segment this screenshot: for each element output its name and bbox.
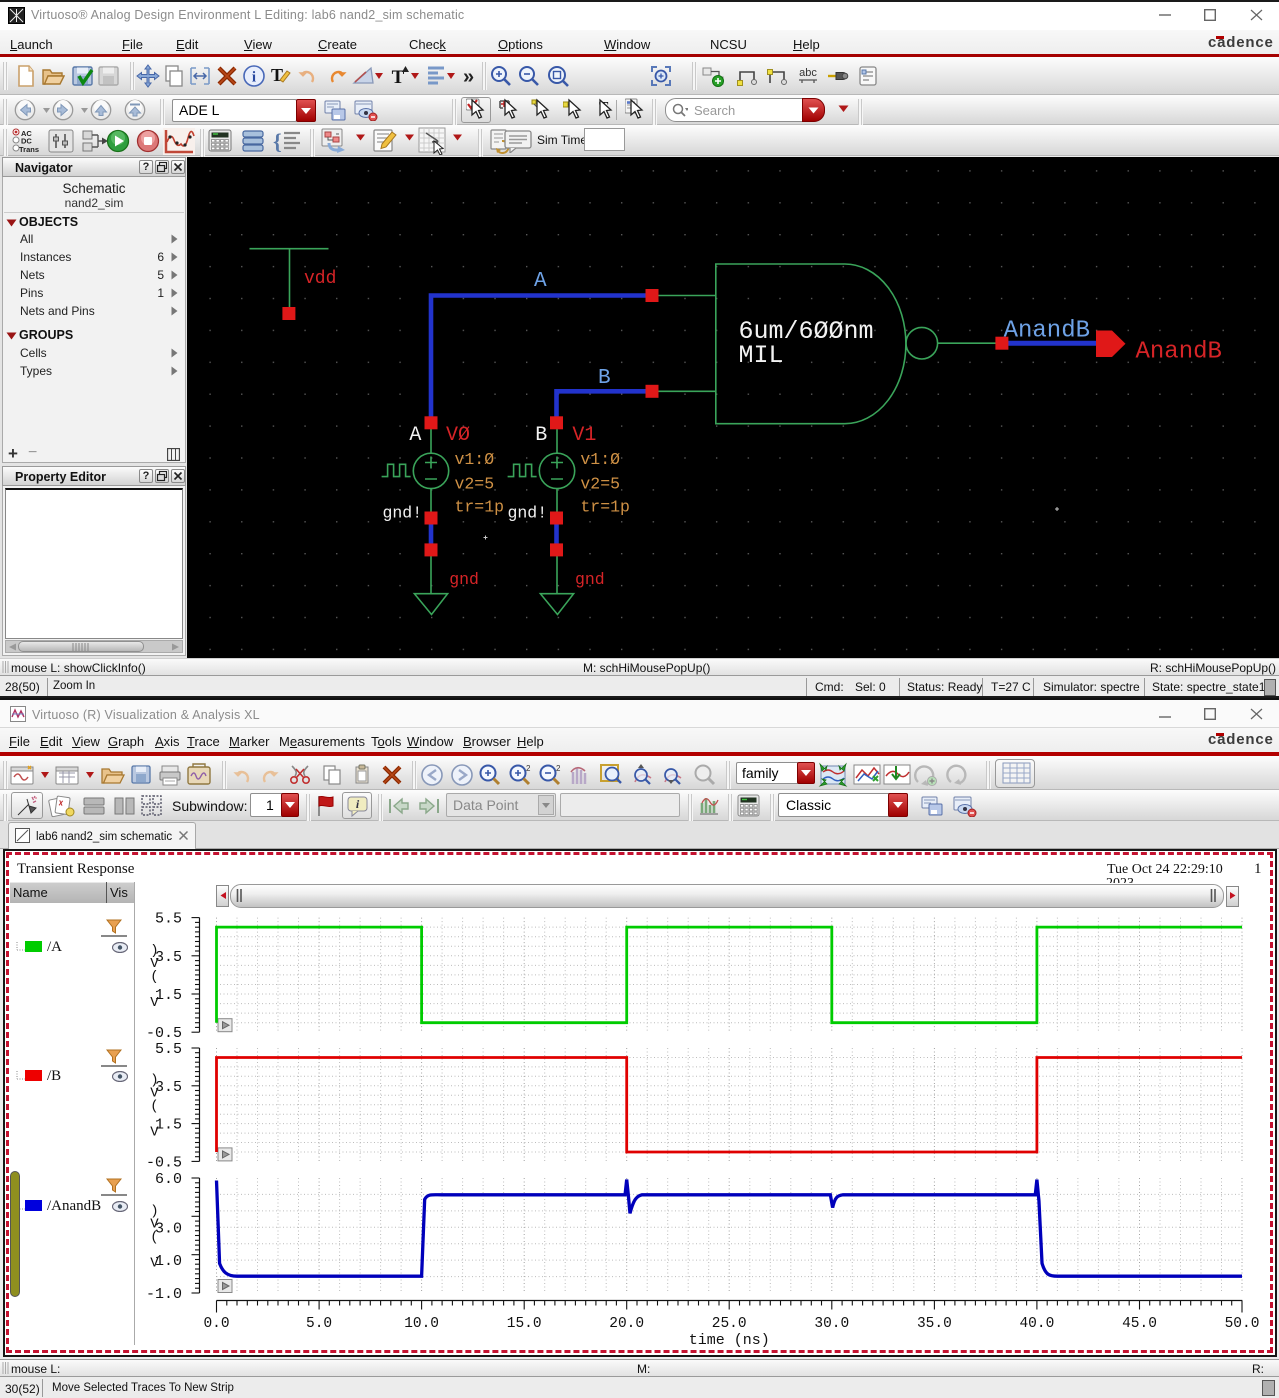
svg-text:20.0: 20.0 (609, 1316, 644, 1332)
svg-text:15.0: 15.0 (507, 1316, 542, 1332)
svg-text:40.0: 40.0 (1019, 1316, 1054, 1332)
svg-text:2: 2 (556, 764, 561, 773)
svg-text:Trans: Trans (19, 145, 39, 153)
svg-text:AnandB: AnandB (1136, 339, 1222, 366)
svg-text:V: V (150, 1125, 159, 1141)
svg-text:5.0: 5.0 (306, 1316, 332, 1332)
svg-text:(: ( (150, 1230, 158, 1246)
svg-text:v1:Ø: v1:Ø (455, 450, 495, 469)
svg-text:A: A (534, 270, 547, 293)
svg-text:1.5: 1.5 (155, 1117, 182, 1134)
svg-text:35.0: 35.0 (917, 1316, 952, 1332)
svg-text:50.0: 50.0 (1225, 1316, 1260, 1332)
svg-text:VØ: VØ (446, 424, 470, 447)
svg-text:v2=5: v2=5 (580, 475, 620, 494)
svg-text:B: B (535, 424, 547, 447)
svg-text:A: A (409, 424, 421, 447)
svg-text:gnd: gnd (449, 570, 479, 589)
svg-text:-1.0: -1.0 (146, 1286, 182, 1303)
svg-text:v2=5: v2=5 (455, 475, 495, 494)
svg-text:6.0: 6.0 (155, 1171, 182, 1188)
svg-text:vdd: vdd (304, 269, 336, 289)
svg-text:1.5: 1.5 (155, 987, 182, 1004)
svg-text:B: B (598, 367, 611, 390)
svg-text:MIL: MIL (739, 341, 784, 370)
svg-text:V: V (150, 995, 159, 1011)
svg-text:tr=1p: tr=1p (580, 498, 630, 517)
svg-text:tr=1p: tr=1p (455, 498, 505, 517)
svg-text:45.0: 45.0 (1122, 1316, 1157, 1332)
svg-text:T: T (392, 67, 405, 88)
svg-text:V1: V1 (572, 424, 596, 447)
svg-text:0.0: 0.0 (203, 1316, 229, 1332)
svg-text:-0.5: -0.5 (146, 1154, 182, 1171)
svg-text:V: V (150, 1256, 159, 1272)
svg-text:time (ns): time (ns) (689, 1332, 770, 1349)
svg-text:i: i (252, 70, 256, 86)
svg-text:2: 2 (526, 764, 531, 773)
svg-text:gnd: gnd (575, 570, 605, 589)
svg-text:25.0: 25.0 (712, 1316, 747, 1332)
svg-text:T: T (271, 65, 283, 85)
svg-text:5.5: 5.5 (155, 1041, 182, 1058)
svg-text:1.0: 1.0 (155, 1253, 182, 1270)
svg-text:30.0: 30.0 (814, 1316, 849, 1332)
svg-text:gnd!: gnd! (508, 504, 548, 523)
svg-text:abc: abc (799, 67, 817, 79)
svg-text:AnandB: AnandB (1004, 317, 1090, 344)
svg-text:10.0: 10.0 (404, 1316, 439, 1332)
svg-text:gnd!: gnd! (383, 504, 423, 523)
svg-text:3.5: 3.5 (155, 949, 182, 966)
svg-text:3.5: 3.5 (155, 1079, 182, 1096)
svg-text:v1:Ø: v1:Ø (580, 450, 620, 469)
svg-text:{: { (273, 129, 282, 153)
svg-text:(: ( (150, 1099, 158, 1115)
svg-text:5.5: 5.5 (155, 911, 182, 928)
svg-text:(: ( (150, 969, 158, 985)
svg-text:3.0: 3.0 (155, 1220, 182, 1237)
svg-text:-0.5: -0.5 (146, 1025, 182, 1042)
